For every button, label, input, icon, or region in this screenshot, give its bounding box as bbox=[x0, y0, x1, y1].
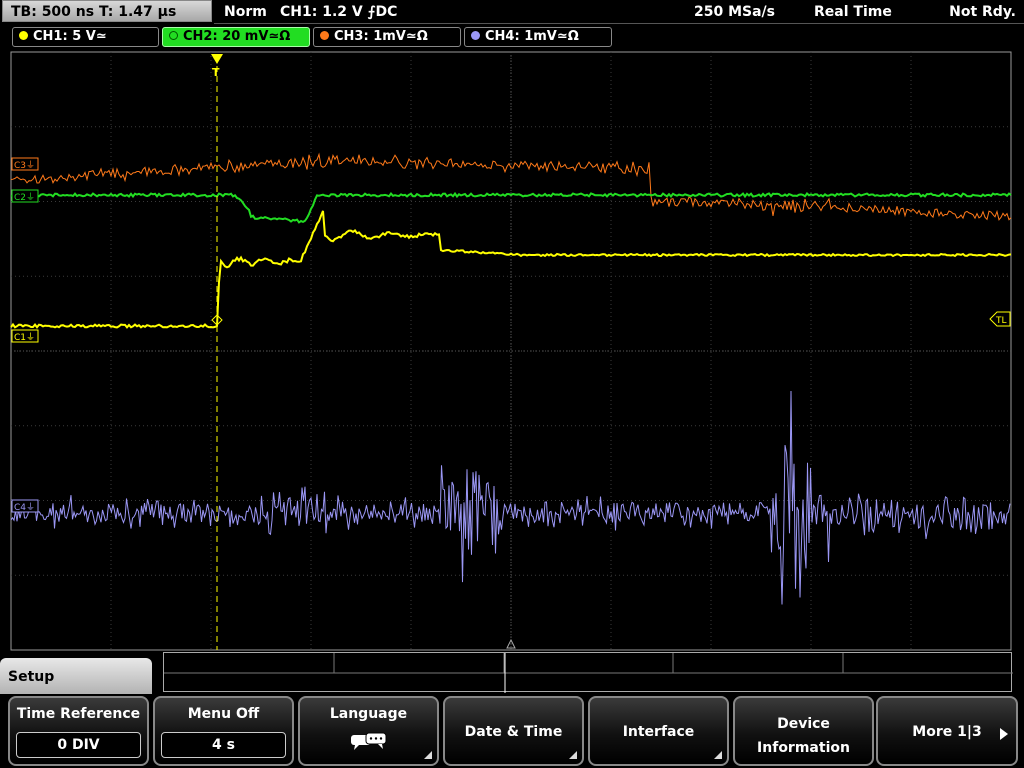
softkey-interface[interactable]: Interface bbox=[588, 696, 729, 766]
softkey-device-information[interactable]: Device Information bbox=[733, 696, 874, 766]
scale-strip-graphic bbox=[164, 653, 1013, 693]
submenu-indicator-icon bbox=[714, 751, 722, 759]
ch2-label: CH2: 20 mV≃Ω bbox=[183, 29, 291, 44]
arrow-right-icon bbox=[1000, 728, 1008, 740]
trigger-mode[interactable]: Norm bbox=[224, 0, 267, 24]
softkey-time-reference-label: Time Reference bbox=[16, 706, 141, 722]
horizontal-scale-strip bbox=[163, 652, 1013, 693]
submenu-indicator-icon bbox=[569, 751, 577, 759]
ch1-color-dot bbox=[19, 31, 28, 40]
softkey-more[interactable]: More 1|3 bbox=[876, 696, 1018, 766]
ch2-waveform bbox=[11, 191, 1012, 224]
ch1-label: CH1: 5 V≃ bbox=[33, 29, 107, 44]
c2-ground-label: C2⏚ bbox=[14, 192, 35, 203]
softkey-interface-label: Interface bbox=[622, 724, 695, 740]
waveform-display[interactable]: T C3⏚ C2⏚ C1⏚ C4⏚ TL bbox=[0, 50, 1024, 652]
sample-rate: 250 MSa/s bbox=[694, 4, 776, 20]
waveform-canvas: T C3⏚ C2⏚ C1⏚ C4⏚ TL bbox=[10, 51, 1012, 651]
c1-ground-label: C1⏚ bbox=[14, 332, 35, 343]
softkey-menu-off[interactable]: Menu Off 4 s bbox=[153, 696, 294, 766]
softkey-menu-off-value: 4 s bbox=[161, 732, 286, 758]
softkey-date-time[interactable]: Date & Time bbox=[443, 696, 584, 766]
timebase-readout[interactable]: TB: 500 ns T: 1.47 µs bbox=[2, 0, 212, 22]
trigger-position-label: T bbox=[212, 66, 220, 79]
status-bar: TB: 500 ns T: 1.47 µs Norm CH1: 1.2 V ⨍D… bbox=[0, 0, 1024, 24]
ch3-color-dot bbox=[320, 31, 329, 40]
trigger-state: Not Rdy. bbox=[949, 4, 1016, 20]
menu-title-setup: Setup bbox=[0, 658, 152, 696]
softkey-language[interactable]: Language bbox=[298, 696, 439, 766]
channel-tab-ch4[interactable]: CH4: 1mV≃Ω bbox=[464, 27, 612, 47]
trigger-position-marker[interactable] bbox=[211, 54, 223, 64]
c4-ground-label: C4⏚ bbox=[14, 502, 35, 513]
acquisition-mode: Real Time bbox=[814, 4, 892, 20]
softkey-time-reference[interactable]: Time Reference 0 DIV bbox=[8, 696, 149, 766]
trigger-setting[interactable]: CH1: 1.2 V ⨍DC bbox=[280, 0, 397, 24]
channel-tab-ch3[interactable]: CH3: 1mV≃Ω bbox=[313, 27, 461, 47]
softkey-bar: Time Reference 0 DIV Menu Off 4 s Langua… bbox=[0, 694, 1024, 768]
channel-tab-ch1[interactable]: CH1: 5 V≃ bbox=[12, 27, 159, 47]
ch4-label: CH4: 1mV≃Ω bbox=[485, 29, 579, 44]
c3-ground-label: C3⏚ bbox=[14, 160, 35, 171]
graticule bbox=[10, 51, 1012, 651]
softkey-time-reference-value: 0 DIV bbox=[16, 732, 141, 758]
ch3-label: CH3: 1mV≃Ω bbox=[334, 29, 428, 44]
status-divider bbox=[214, 23, 1024, 24]
channel-tab-ch2[interactable]: CH2: 20 mV≃Ω bbox=[162, 27, 310, 47]
speech-bubbles-icon bbox=[351, 732, 387, 750]
softkey-more-label: More 1|3 bbox=[912, 724, 982, 740]
softkey-language-label: Language bbox=[329, 706, 408, 722]
channel-bar: CH1: 5 V≃ CH2: 20 mV≃Ω CH3: 1mV≃Ω CH4: 1… bbox=[0, 26, 1024, 48]
submenu-indicator-icon bbox=[424, 751, 432, 759]
ch4-color-dot bbox=[471, 31, 480, 40]
trigger-level-label: TL bbox=[995, 316, 1007, 326]
softkey-menu-off-label: Menu Off bbox=[187, 706, 260, 722]
ch2-color-dot bbox=[169, 31, 178, 40]
softkey-date-time-label: Date & Time bbox=[464, 724, 563, 740]
softkey-device-information-label: Device Information bbox=[757, 716, 850, 756]
